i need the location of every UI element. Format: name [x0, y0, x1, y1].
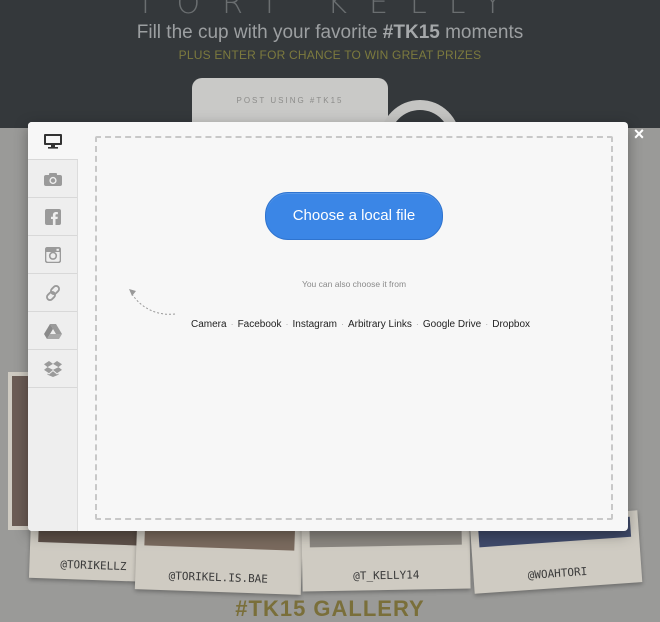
separator-dot: ·: [230, 319, 234, 329]
tab-instagram[interactable]: [28, 236, 77, 274]
source-link-dropbox[interactable]: Dropbox: [492, 319, 530, 330]
artist-logo: TORI KELLY: [136, 0, 524, 21]
tab-computer[interactable]: [28, 122, 78, 160]
gallery-heading: #TK15 GALLERY: [235, 596, 425, 621]
close-dialog-button[interactable]: ×: [630, 124, 648, 144]
source-sidebar: [28, 122, 78, 531]
monitor-icon: [44, 133, 62, 149]
tab-link[interactable]: [28, 274, 77, 312]
dropbox-icon: [43, 361, 62, 377]
separator-dot: ·: [485, 319, 489, 329]
source-links: Camera · Facebook · Instagram · Arbitrary Link…: [191, 319, 530, 330]
tab-dropbox[interactable]: [28, 350, 77, 388]
source-link-camera[interactable]: Camera: [191, 319, 227, 330]
cup-text: POST USING #TK15: [236, 96, 344, 105]
separator-dot: ·: [415, 319, 419, 329]
tab-camera[interactable]: [28, 160, 77, 198]
google-drive-icon: [43, 323, 62, 339]
camera-icon: [43, 172, 62, 186]
choose-local-file-button[interactable]: Choose a local file: [265, 192, 443, 240]
page-headline: Fill the cup with your favorite #TK15 mo…: [0, 22, 660, 44]
tab-facebook[interactable]: [28, 198, 77, 236]
file-drop-zone[interactable]: Choose a local file You can also choose …: [95, 136, 613, 520]
curved-arrow-icon: [129, 289, 176, 315]
headline-suffix: moments: [439, 22, 524, 43]
instagram-icon: [44, 246, 61, 263]
polaroid-handle: @T_KELLY14: [353, 568, 420, 583]
polaroid-handle: @TORIKEL.IS.BAE: [168, 569, 269, 586]
link-icon: [45, 284, 60, 301]
source-link-facebook[interactable]: Facebook: [238, 319, 282, 330]
separator-dot: ·: [340, 319, 344, 329]
source-link-arbitrary-links[interactable]: Arbitrary Links: [348, 319, 412, 330]
source-link-instagram[interactable]: Instagram: [293, 319, 337, 330]
page-subheadline: PLUS ENTER FOR CHANCE TO WIN GREAT PRIZE…: [178, 48, 482, 62]
tab-google-drive[interactable]: [28, 312, 77, 350]
headline-hashtag: #TK15: [382, 22, 440, 43]
file-picker-dialog: Choose a local file You can also choose …: [28, 122, 628, 531]
separator-dot: ·: [285, 319, 289, 329]
headline-prefix: Fill the cup with your favorite: [136, 22, 383, 43]
facebook-icon: [44, 208, 61, 225]
source-link-google-drive[interactable]: Google Drive: [423, 319, 481, 330]
polaroid-handle: @WOAHTORI: [527, 564, 588, 583]
